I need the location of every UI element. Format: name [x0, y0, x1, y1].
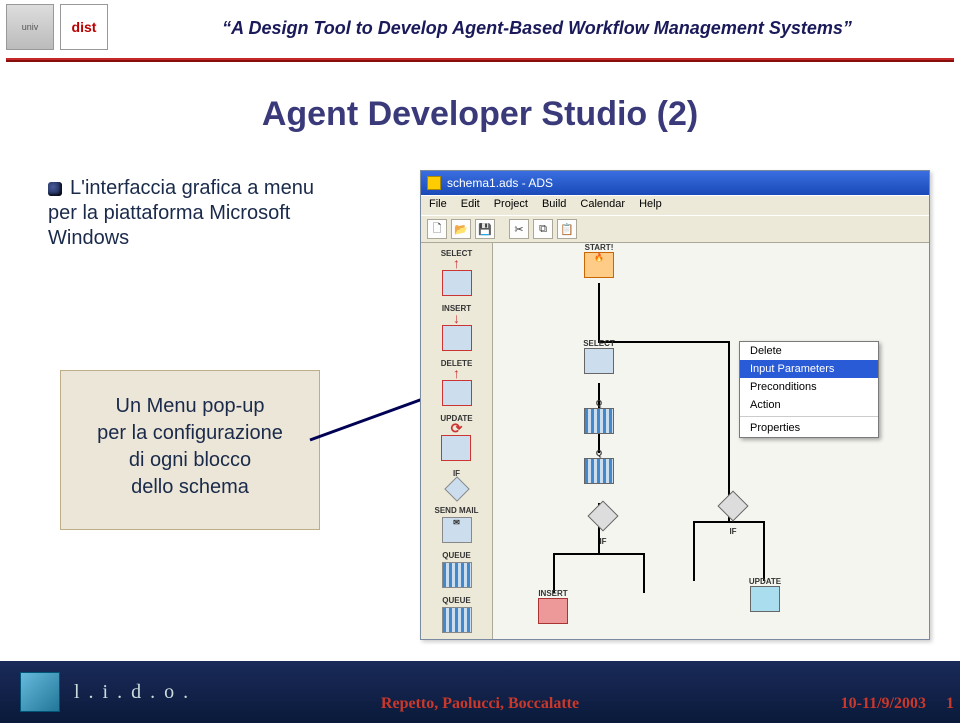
window-title: schema1.ads - ADS: [447, 176, 553, 190]
menu-edit[interactable]: Edit: [461, 198, 480, 213]
open-file-icon[interactable]: 📂: [451, 219, 471, 239]
callout-line: Un Menu pop-up: [79, 393, 301, 420]
node-update[interactable]: UPDATE: [745, 577, 785, 623]
wire: [693, 521, 695, 581]
footer-page: 1: [946, 695, 954, 713]
canvas[interactable]: START!🔥 SELECT Q Q IF INSERT IF UPDATE D…: [493, 243, 929, 639]
cut-icon[interactable]: ✂: [509, 219, 529, 239]
context-menu[interactable]: Delete Input Parameters Preconditions Ac…: [739, 341, 879, 438]
save-icon[interactable]: 💾: [475, 219, 495, 239]
node-queue-1[interactable]: Q: [579, 399, 619, 445]
header-rule: [6, 58, 954, 62]
palette-update[interactable]: UPDATE⟳: [440, 414, 472, 461]
node-if-2[interactable]: IF: [713, 495, 753, 541]
toolbar: 🗋 📂 💾 ✂ ⧉ 📋: [421, 215, 929, 243]
menu-help[interactable]: Help: [639, 198, 662, 213]
node-if-1[interactable]: IF: [583, 505, 623, 551]
logo-group: univ dist: [0, 0, 114, 54]
wire: [598, 283, 600, 341]
bullet-icon: [48, 182, 62, 196]
wire: [553, 553, 645, 555]
callout-line: dello schema: [79, 474, 301, 501]
palette-sendmail[interactable]: SEND MAIL✉: [435, 506, 479, 543]
node-queue-2[interactable]: Q: [579, 449, 619, 495]
menu-file[interactable]: File: [429, 198, 447, 213]
palette-queue[interactable]: QUEUE: [442, 551, 472, 588]
palette-queue-2[interactable]: QUEUE: [442, 596, 472, 633]
callout-line: per la configurazione: [79, 420, 301, 447]
palette-insert[interactable]: INSERT↓: [442, 304, 472, 351]
menu-project[interactable]: Project: [494, 198, 528, 213]
palette-select[interactable]: SELECT↑: [441, 249, 473, 296]
footer: l . i . d . o .: [0, 661, 960, 723]
ctx-action[interactable]: Action: [740, 396, 878, 414]
menubar[interactable]: File Edit Project Build Calendar Help: [421, 195, 929, 215]
menu-build[interactable]: Build: [542, 198, 566, 213]
logo-university: univ: [6, 4, 54, 50]
palette: SELECT↑ INSERT↓ DELETE↑ UPDATE⟳ IF SEND …: [421, 243, 493, 639]
new-file-icon[interactable]: 🗋: [427, 219, 447, 239]
wire: [763, 521, 765, 581]
palette-delete[interactable]: DELETE↑: [441, 359, 473, 406]
node-insert[interactable]: INSERT: [533, 589, 573, 635]
callout-line: di ogni blocco: [79, 447, 301, 474]
footer-authors: Repetto, Paolucci, Boccalatte: [0, 695, 960, 713]
paper-title: “A Design Tool to Develop Agent-Based Wo…: [114, 0, 960, 39]
callout-box: Un Menu pop-up per la configurazione di …: [60, 370, 320, 530]
node-select[interactable]: SELECT: [579, 339, 619, 385]
ctx-separator: [740, 416, 878, 417]
app-body: SELECT↑ INSERT↓ DELETE↑ UPDATE⟳ IF SEND …: [421, 243, 929, 639]
palette-if[interactable]: IF: [448, 469, 466, 498]
titlebar: schema1.ads - ADS: [421, 171, 929, 195]
ctx-properties[interactable]: Properties: [740, 419, 878, 437]
slide-title: Agent Developer Studio (2): [0, 95, 960, 134]
ctx-preconditions[interactable]: Preconditions: [740, 378, 878, 396]
wire: [553, 553, 555, 593]
bullet-text: L'interfaccia grafica a menu per la piat…: [48, 176, 348, 251]
paste-icon[interactable]: 📋: [557, 219, 577, 239]
logo-dist: dist: [60, 4, 108, 50]
menu-calendar[interactable]: Calendar: [580, 198, 625, 213]
copy-icon[interactable]: ⧉: [533, 219, 553, 239]
footer-date: 10-11/9/2003: [841, 695, 926, 713]
app-window: schema1.ads - ADS File Edit Project Buil…: [420, 170, 930, 640]
wire: [643, 553, 645, 593]
bullet-content: L'interfaccia grafica a menu per la piat…: [48, 177, 314, 249]
app-icon: [427, 176, 441, 190]
ctx-input-parameters[interactable]: Input Parameters: [740, 360, 878, 378]
node-start[interactable]: START!🔥: [579, 243, 619, 289]
ctx-delete[interactable]: Delete: [740, 342, 878, 360]
